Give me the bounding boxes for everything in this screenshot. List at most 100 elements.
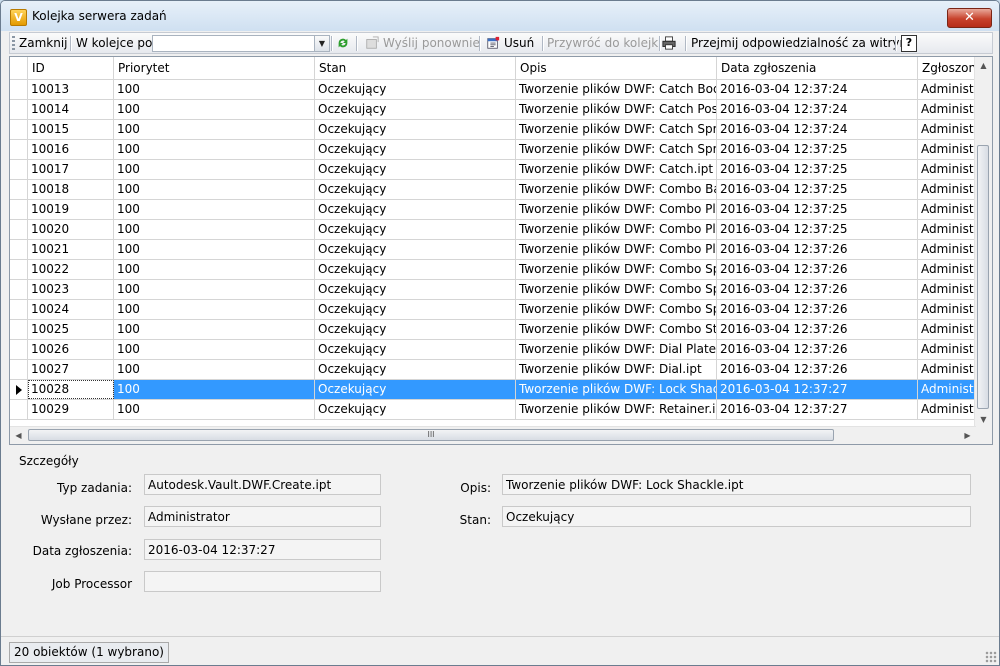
table-cell[interactable]: 2016-03-04 12:37:25 [717, 180, 918, 199]
table-cell[interactable]: Oczekujący [315, 320, 516, 339]
table-cell[interactable]: Tworzenie plików DWF: Combo Sp... [516, 280, 717, 299]
table-row[interactable]: 10016 100 Oczekujący Tworzenie plików DWF: … [10, 140, 978, 160]
horizontal-scroll-thumb[interactable]: III [28, 429, 834, 441]
table-cell[interactable]: 100 [114, 200, 315, 219]
table-cell[interactable]: 100 [114, 140, 315, 159]
refresh-button[interactable] [335, 35, 354, 52]
table-row[interactable]: 10025 100 Oczekujący Tworzenie plików DWF: … [10, 320, 978, 340]
toolbar-grip[interactable] [12, 36, 15, 50]
table-cell[interactable]: 10015 [28, 120, 114, 139]
table-cell[interactable]: 2016-03-04 12:37:26 [717, 340, 918, 359]
table-cell[interactable]: Administra [918, 140, 978, 159]
table-cell[interactable]: Administra [918, 320, 978, 339]
table-cell[interactable]: Administra [918, 340, 978, 359]
table-row[interactable]: 10028 100 Oczekujący Tworzenie plików DWF: … [10, 380, 978, 400]
table-cell[interactable]: Tworzenie plików DWF: Dial.ipt [516, 360, 717, 379]
table-cell[interactable]: 100 [114, 220, 315, 239]
table-cell[interactable]: Oczekujący [315, 380, 516, 399]
table-cell[interactable]: 10014 [28, 100, 114, 119]
scroll-left-arrow-icon[interactable]: ◀ [10, 427, 27, 444]
print-button[interactable] [661, 35, 680, 52]
table-cell[interactable]: Oczekujący [315, 300, 516, 319]
table-cell[interactable]: 10013 [28, 80, 114, 99]
table-cell[interactable]: 2016-03-04 12:37:25 [717, 140, 918, 159]
table-row[interactable]: 10029 100 Oczekujący Tworzenie plików DWF: … [10, 400, 978, 420]
table-cell[interactable]: Oczekujący [315, 240, 516, 259]
table-cell[interactable]: 2016-03-04 12:37:26 [717, 260, 918, 279]
table-cell[interactable]: 10029 [28, 400, 114, 419]
table-cell[interactable]: Administra [918, 360, 978, 379]
submit-date-field[interactable]: 2016-03-04 12:37:27 [144, 539, 381, 560]
table-cell[interactable]: Tworzenie plików DWF: Lock Shack... [516, 380, 717, 399]
queue-filter-dropdown[interactable]: ▼ [152, 35, 330, 52]
table-cell[interactable]: 100 [114, 340, 315, 359]
table-cell[interactable]: Oczekujący [315, 260, 516, 279]
table-cell[interactable]: 100 [114, 300, 315, 319]
table-cell[interactable]: Tworzenie plików DWF: Combo Ba... [516, 180, 717, 199]
table-cell[interactable]: Oczekujący [315, 180, 516, 199]
take-site-ownership-button[interactable]: Przejmij odpowiedzialność za witrynę [691, 35, 915, 52]
table-cell[interactable]: 10025 [28, 320, 114, 339]
table-cell[interactable]: 10028 [28, 380, 114, 399]
table-row[interactable]: 10017 100 Oczekujący Tworzenie plików DWF: … [10, 160, 978, 180]
table-cell[interactable]: Oczekujący [315, 100, 516, 119]
close-button[interactable]: Zamknij [19, 35, 68, 52]
table-row[interactable]: 10026 100 Oczekujący Tworzenie plików DWF: … [10, 340, 978, 360]
table-row[interactable]: 10020 100 Oczekujący Tworzenie plików DWF: … [10, 220, 978, 240]
horizontal-scrollbar[interactable]: ◀ III ▶ [10, 426, 976, 444]
table-cell[interactable]: Administra [918, 160, 978, 179]
table-cell[interactable]: Administra [918, 80, 978, 99]
table-cell[interactable]: 2016-03-04 12:37:26 [717, 320, 918, 339]
table-cell[interactable]: Oczekujący [315, 340, 516, 359]
table-row[interactable]: 10014 100 Oczekujący Tworzenie plików DWF: … [10, 100, 978, 120]
table-cell[interactable]: 2016-03-04 12:37:27 [717, 380, 918, 399]
chevron-down-icon[interactable]: ▼ [314, 36, 329, 51]
vertical-scroll-thumb[interactable] [977, 145, 989, 409]
table-cell[interactable]: 100 [114, 120, 315, 139]
table-row[interactable]: 10015 100 Oczekujący Tworzenie plików DWF: … [10, 120, 978, 140]
table-cell[interactable]: 10016 [28, 140, 114, 159]
table-cell[interactable]: 2016-03-04 12:37:27 [717, 400, 918, 419]
table-cell[interactable]: Oczekujący [315, 120, 516, 139]
table-cell[interactable]: Oczekujący [315, 80, 516, 99]
table-cell[interactable]: Administra [918, 280, 978, 299]
table-row[interactable]: 10019 100 Oczekujący Tworzenie plików DWF: … [10, 200, 978, 220]
table-cell[interactable]: Oczekujący [315, 400, 516, 419]
column-header[interactable]: Stan [315, 57, 516, 79]
table-cell[interactable]: 100 [114, 380, 315, 399]
table-cell[interactable]: 100 [114, 100, 315, 119]
resize-grip[interactable] [985, 651, 997, 663]
table-cell[interactable]: 2016-03-04 12:37:26 [717, 360, 918, 379]
table-cell[interactable]: 100 [114, 360, 315, 379]
table-cell[interactable]: Tworzenie plików DWF: Combo Pla... [516, 220, 717, 239]
column-header[interactable]: Data zgłoszenia [717, 57, 918, 79]
table-cell[interactable]: Tworzenie plików DWF: Catch Spri... [516, 120, 717, 139]
table-cell[interactable]: 100 [114, 280, 315, 299]
table-cell[interactable]: Oczekujący [315, 280, 516, 299]
column-header[interactable]: Priorytet [114, 57, 315, 79]
table-cell[interactable]: Tworzenie plików DWF: Dial Plate.ipt [516, 340, 717, 359]
scroll-right-arrow-icon[interactable]: ▶ [959, 427, 976, 444]
table-cell[interactable]: Administra [918, 120, 978, 139]
table-row[interactable]: 10024 100 Oczekujący Tworzenie plików DWF: … [10, 300, 978, 320]
table-row[interactable]: 10013 100 Oczekujący Tworzenie plików DWF: … [10, 80, 978, 100]
delete-button[interactable]: Usuń [485, 35, 534, 52]
table-cell[interactable]: 2016-03-04 12:37:25 [717, 220, 918, 239]
table-cell[interactable]: 10018 [28, 180, 114, 199]
table-cell[interactable]: Tworzenie plików DWF: Catch Spri... [516, 140, 717, 159]
table-cell[interactable]: 10024 [28, 300, 114, 319]
table-cell[interactable]: 100 [114, 180, 315, 199]
table-cell[interactable]: Tworzenie plików DWF: Catch Bod... [516, 80, 717, 99]
table-cell[interactable]: 10019 [28, 200, 114, 219]
table-cell[interactable]: Oczekujący [315, 360, 516, 379]
table-row[interactable]: 10022 100 Oczekujący Tworzenie plików DWF: … [10, 260, 978, 280]
table-cell[interactable]: 10023 [28, 280, 114, 299]
table-cell[interactable]: Administra [918, 300, 978, 319]
job-processor-field[interactable] [144, 571, 381, 592]
table-cell[interactable]: Oczekujący [315, 200, 516, 219]
table-cell[interactable]: 100 [114, 260, 315, 279]
table-cell[interactable]: 2016-03-04 12:37:24 [717, 120, 918, 139]
table-cell[interactable]: Administra [918, 400, 978, 419]
table-row[interactable]: 10027 100 Oczekujący Tworzenie plików DWF: … [10, 360, 978, 380]
table-cell[interactable]: 10021 [28, 240, 114, 259]
